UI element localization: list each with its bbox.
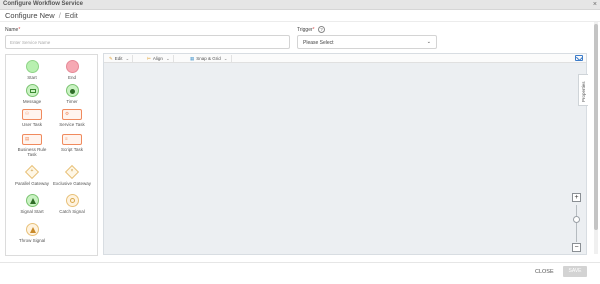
- palette-item-exclusive-gateway[interactable]: × Exclusive Gateway: [53, 164, 92, 186]
- palette-item-user-task[interactable]: ⚇ User Task: [13, 109, 51, 127]
- zoom-in-button[interactable]: +: [572, 193, 581, 202]
- start-event-icon: [25, 60, 39, 73]
- parallel-gateway-icon: +: [24, 164, 40, 180]
- palette-item-label: End: [67, 75, 76, 80]
- mail-icon[interactable]: [575, 55, 583, 61]
- palette-item-label: Exclusive Gateway: [53, 181, 92, 186]
- trigger-label: Trigger* ?: [297, 26, 325, 33]
- user-task-icon: ⚇: [22, 109, 42, 120]
- palette-item-message[interactable]: Message: [13, 84, 51, 104]
- align-icon: ⊨: [147, 56, 151, 61]
- chevron-down-icon: ⌄: [165, 56, 170, 61]
- palette-item-label: User Task: [22, 122, 42, 127]
- palette-item-script-task[interactable]: ≡ Script Task: [53, 134, 91, 152]
- trigger-select[interactable]: Please Select ⌄: [297, 35, 437, 49]
- align-menu-label: Align: [152, 56, 163, 61]
- palette-item-throw-signal[interactable]: Throw Signal: [13, 223, 51, 243]
- palette-item-label: Throw Signal: [18, 238, 46, 243]
- service-name-input[interactable]: [5, 35, 290, 49]
- pencil-icon: ✎: [109, 56, 113, 61]
- page-scrollbar-thumb[interactable]: [594, 24, 598, 230]
- palette-item-parallel-gateway[interactable]: + Parallel Gateway: [13, 164, 51, 186]
- snap-grid-menu-button[interactable]: ▦ Snap & Grid ⌄: [187, 55, 232, 62]
- palette-item-label: Catch Signal: [59, 209, 85, 214]
- help-icon[interactable]: ?: [318, 26, 325, 33]
- close-button[interactable]: CLOSE: [530, 267, 559, 277]
- palette-item-label: Signal Start: [20, 209, 44, 214]
- zoom-out-button[interactable]: −: [572, 243, 581, 252]
- palette-item-service-task[interactable]: ⚙ Service Task: [53, 109, 91, 127]
- breadcrumb: Configure New / Edit: [5, 11, 78, 20]
- palette-item-business-rule-task[interactable]: ▤ Business Rule Task: [13, 134, 51, 157]
- name-label: Name*: [5, 27, 20, 33]
- trigger-label-text: Trigger: [297, 26, 313, 33]
- palette-item-timer[interactable]: Timer: [53, 84, 91, 104]
- save-button[interactable]: SAVE: [563, 266, 587, 277]
- exclusive-gateway-icon: ×: [64, 164, 80, 180]
- palette-item-signal-start[interactable]: Signal Start: [13, 194, 51, 214]
- palette-item-start[interactable]: Start: [13, 60, 51, 80]
- business-rule-icon: ▤: [22, 134, 42, 145]
- palette-item-label: Message: [22, 99, 42, 104]
- breadcrumb-current: Edit: [64, 11, 78, 20]
- required-mark: *: [18, 27, 21, 33]
- canvas-toolbar: ✎ Edit ⌄ ⊨ Align ⌄ ▦ Snap & Grid ⌄: [104, 54, 586, 63]
- properties-tab-label: Properties: [580, 81, 586, 102]
- properties-tab[interactable]: Properties: [578, 74, 588, 106]
- service-task-icon: ⚙: [62, 109, 82, 120]
- name-label-text: Name: [5, 27, 19, 33]
- envelope-icon: [25, 84, 39, 97]
- palette-item-label: Timer: [66, 99, 78, 104]
- end-event-icon: [65, 60, 79, 73]
- required-mark: *: [312, 26, 315, 33]
- snap-grid-menu-label: Snap & Grid: [196, 56, 221, 61]
- catch-signal-icon: [65, 194, 79, 207]
- close-window-icon[interactable]: ×: [593, 0, 597, 9]
- workflow-canvas[interactable]: ✎ Edit ⌄ ⊨ Align ⌄ ▦ Snap & Grid ⌄ Properties …: [103, 53, 588, 255]
- signal-start-icon: [25, 194, 39, 207]
- script-task-icon: ≡: [62, 134, 82, 145]
- palette-item-label: Service Task: [59, 122, 85, 127]
- breadcrumb-separator: /: [58, 11, 61, 20]
- palette-item-end[interactable]: End: [53, 60, 91, 80]
- trigger-select-value: Please Select: [303, 39, 334, 46]
- chevron-down-icon: ⌄: [223, 56, 228, 61]
- palette-item-catch-signal[interactable]: Catch Signal: [53, 194, 91, 214]
- edit-menu-label: Edit: [114, 56, 123, 61]
- clock-icon: [65, 84, 79, 97]
- palette-item-label: Parallel Gateway: [14, 181, 50, 186]
- chevron-down-icon: ⌄: [426, 38, 431, 45]
- header-divider: [0, 21, 600, 22]
- align-menu-button[interactable]: ⊨ Align ⌄: [144, 55, 174, 62]
- palette-item-label: Start: [27, 75, 37, 80]
- zoom-slider-track[interactable]: [576, 205, 577, 242]
- grid-icon: ▦: [190, 56, 195, 61]
- palette-item-label: Business Rule Task: [17, 147, 47, 157]
- chevron-down-icon: ⌄: [125, 56, 130, 61]
- throw-signal-icon: [25, 223, 39, 236]
- window-title: Configure Workflow Service: [3, 1, 83, 7]
- window-titlebar: Configure Workflow Service ×: [0, 0, 600, 10]
- zoom-slider-handle[interactable]: [573, 216, 580, 223]
- palette-item-label: Script Task: [61, 147, 83, 152]
- edit-menu-button[interactable]: ✎ Edit ⌄: [106, 55, 134, 62]
- footer-divider: [0, 262, 600, 263]
- element-palette: Start End Message Timer ⚇ User Task ⚙ Se…: [5, 54, 98, 256]
- breadcrumb-root[interactable]: Configure New: [5, 11, 55, 20]
